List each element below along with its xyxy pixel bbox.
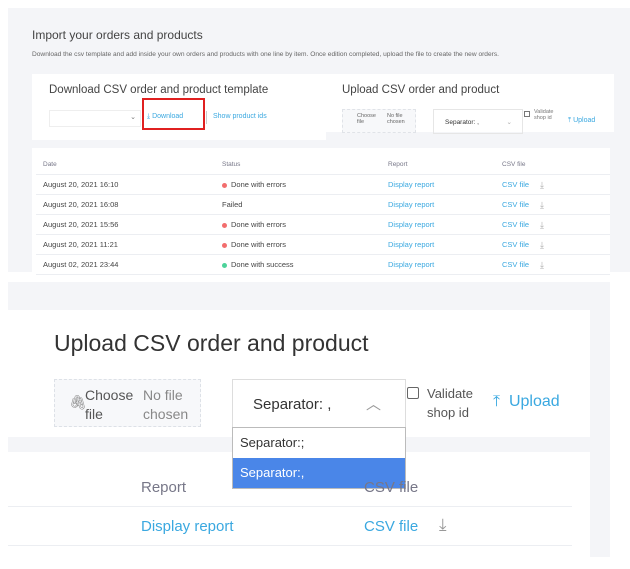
chevron-up-icon: ︿ <box>365 396 381 413</box>
separator-value: Separator: , <box>253 396 332 413</box>
display-report-link[interactable]: Display report <box>388 215 434 235</box>
zoomed-upload-title: Upload CSV order and product <box>54 330 369 356</box>
divider <box>8 545 572 546</box>
download-title: Download CSV order and product template <box>49 84 269 96</box>
page-title: Import your orders and products <box>32 28 203 42</box>
status-dot-icon <box>222 242 227 248</box>
zoomed-validate-checkbox[interactable] <box>407 387 419 399</box>
download-button[interactable]: ⤓ Download <box>147 113 183 121</box>
row-status: Done with errors <box>222 235 286 255</box>
row-status: Done with errors <box>222 215 286 235</box>
separator-select[interactable]: Separator: , ⌄ <box>433 109 523 134</box>
page-description: Download the csv template and add inside… <box>32 51 499 58</box>
zoomed-header-csv: CSV file <box>364 479 419 496</box>
display-report-link[interactable]: Display report <box>388 175 434 195</box>
validate-label: Validate shop id <box>534 109 554 121</box>
upload-icon: ⤒ <box>493 393 501 410</box>
download-icon[interactable]: ⤓ <box>439 515 447 535</box>
row-status: Failed <box>222 195 242 215</box>
zoomed-csv-file-link[interactable]: CSV file <box>364 518 418 535</box>
upload-button[interactable]: ⤒ Upload <box>568 117 595 125</box>
no-file-label: No file chosen <box>143 387 189 422</box>
zoomed-validate-label: Validate shop id <box>427 386 474 420</box>
upload-title: Upload CSV order and product <box>342 84 500 96</box>
header-date: Date <box>43 161 57 168</box>
zoomed-separator-select[interactable]: Separator: , ︿ <box>232 379 406 428</box>
no-file-label: No file chosen <box>387 113 405 125</box>
row-status: Done with success <box>222 255 294 275</box>
csv-file-link[interactable]: CSV file <box>502 255 529 275</box>
header-report: Report <box>388 161 408 168</box>
status-text: Done with success <box>231 260 294 269</box>
choose-file-label: Choose file <box>357 113 376 125</box>
option-semicolon[interactable]: Separator:; <box>233 428 405 458</box>
download-icon[interactable]: ⤓ <box>540 195 544 215</box>
display-report-link[interactable]: Display report <box>388 235 434 255</box>
table-row: August 02, 2021 23:44 Done with success … <box>36 255 610 275</box>
separator-value: Separator: , <box>445 119 479 126</box>
row-date: August 20, 2021 11:21 <box>43 240 118 249</box>
zoomed-display-report-link[interactable]: Display report <box>141 518 234 535</box>
download-icon[interactable]: ⤓ <box>540 255 544 275</box>
upload-label: Upload <box>508 393 560 410</box>
table-header: Date Status Report CSV file <box>36 155 610 175</box>
csv-file-link[interactable]: CSV file <box>502 195 529 215</box>
zoomed-upload-button[interactable]: ⤒ Upload <box>493 393 560 411</box>
header-status: Status <box>222 161 241 168</box>
csv-file-link[interactable]: CSV file <box>502 215 529 235</box>
table-row: August 20, 2021 15:56 Done with errors D… <box>36 215 610 235</box>
show-product-ids-link[interactable]: Show product ids <box>213 113 267 120</box>
status-dot-icon <box>222 262 227 268</box>
status-text: Done with errors <box>231 180 287 189</box>
row-date: August 02, 2021 23:44 <box>43 260 119 269</box>
status-text: Done with errors <box>231 220 287 229</box>
download-icon[interactable]: ⤓ <box>540 175 544 195</box>
table-row: August 20, 2021 16:08 Failed Display rep… <box>36 195 610 215</box>
choose-file-label: Choose file <box>85 387 134 422</box>
csv-file-link[interactable]: CSV file <box>502 235 529 255</box>
row-date: August 20, 2021 16:08 <box>43 200 119 209</box>
display-report-link[interactable]: Display report <box>388 195 434 215</box>
zoomed-header-report: Report <box>141 479 187 496</box>
display-report-link[interactable]: Display report <box>388 255 434 275</box>
table-row: August 20, 2021 11:21 Done with errors D… <box>36 235 610 255</box>
download-icon: ⤓ <box>147 113 151 120</box>
divider <box>206 111 207 124</box>
zoomed-file-input[interactable]: 🖇 Choose file No file chosen <box>54 379 201 427</box>
status-text: Failed <box>222 200 243 209</box>
row-date: August 20, 2021 16:10 <box>43 180 119 189</box>
divider <box>8 506 572 507</box>
chevron-down-icon: ⌄ <box>506 119 512 126</box>
file-input[interactable]: Choose file No file chosen <box>342 109 416 133</box>
header-csv: CSV file <box>502 161 526 168</box>
upload-label: Upload <box>573 117 596 124</box>
download-icon[interactable]: ⤓ <box>540 215 544 235</box>
download-icon[interactable]: ⤓ <box>540 235 544 255</box>
upload-icon: ⤒ <box>568 117 572 124</box>
status-dot-icon <box>222 182 227 188</box>
row-date: August 20, 2021 15:56 <box>43 220 119 229</box>
validate-checkbox[interactable] <box>524 111 530 117</box>
row-status: Done with errors <box>222 175 286 195</box>
status-dot-icon <box>222 222 227 228</box>
csv-file-link[interactable]: CSV file <box>502 175 529 195</box>
download-label: Download <box>152 113 184 120</box>
status-text: Done with errors <box>231 240 287 249</box>
template-select[interactable]: ⌄ <box>49 110 141 127</box>
table-row: August 20, 2021 16:10 Done with errors D… <box>36 175 610 195</box>
